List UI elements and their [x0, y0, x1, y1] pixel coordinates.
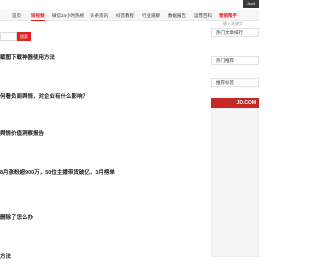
nav-item-douyin-tutorial[interactable]: 抖音教程	[116, 10, 134, 21]
article-title[interactable]: 方法	[0, 253, 118, 261]
search-input[interactable]	[0, 32, 17, 41]
ad-image[interactable]	[211, 108, 259, 257]
site-logo[interactable]: Jco0	[243, 0, 259, 8]
nav-item-industry[interactable]: 行业观察	[142, 10, 160, 21]
nav-item-wechat-hot[interactable]: 微信24小时热榜	[52, 10, 84, 21]
article-title[interactable]: 删除了怎么办	[0, 214, 118, 222]
ad-banner[interactable]: JD.COM	[211, 98, 259, 108]
article-title[interactable]: 截图下载神器使用方法	[0, 54, 118, 62]
widget-hot-recommend[interactable]: 热门推荐	[211, 56, 259, 65]
search-button[interactable]: 搜索	[17, 32, 31, 41]
search-bar: 搜索	[0, 32, 40, 42]
article-title[interactable]: 何看负面舆情，对企业有什么影响？	[0, 93, 118, 101]
widget-tags[interactable]: 推荐标签	[211, 78, 259, 87]
nav-item-data-report[interactable]: 数据报告	[168, 10, 186, 21]
sidebar-search-hint[interactable]: 输入关键字	[211, 20, 259, 27]
top-bar: Jco0	[0, 0, 259, 10]
widget-hot-articles[interactable]: 热门文章排行	[211, 28, 259, 37]
nav-item-headlines[interactable]: 头条资讯	[90, 10, 108, 21]
article-title[interactable]: 8月涨粉超900万，50位主播带货破亿，3月榜单	[0, 169, 118, 177]
nav-item-home[interactable]: 首页	[12, 10, 21, 21]
nav-item-short-video[interactable]: 短视频	[31, 10, 45, 21]
article-title[interactable]: 舆情价值洞察报告	[0, 130, 118, 138]
sidebar: 输入关键字 热门文章排行 热门推荐 推荐标签 JD.COM	[211, 20, 259, 271]
nav-item-ops-wiki[interactable]: 运营百科	[194, 10, 212, 21]
